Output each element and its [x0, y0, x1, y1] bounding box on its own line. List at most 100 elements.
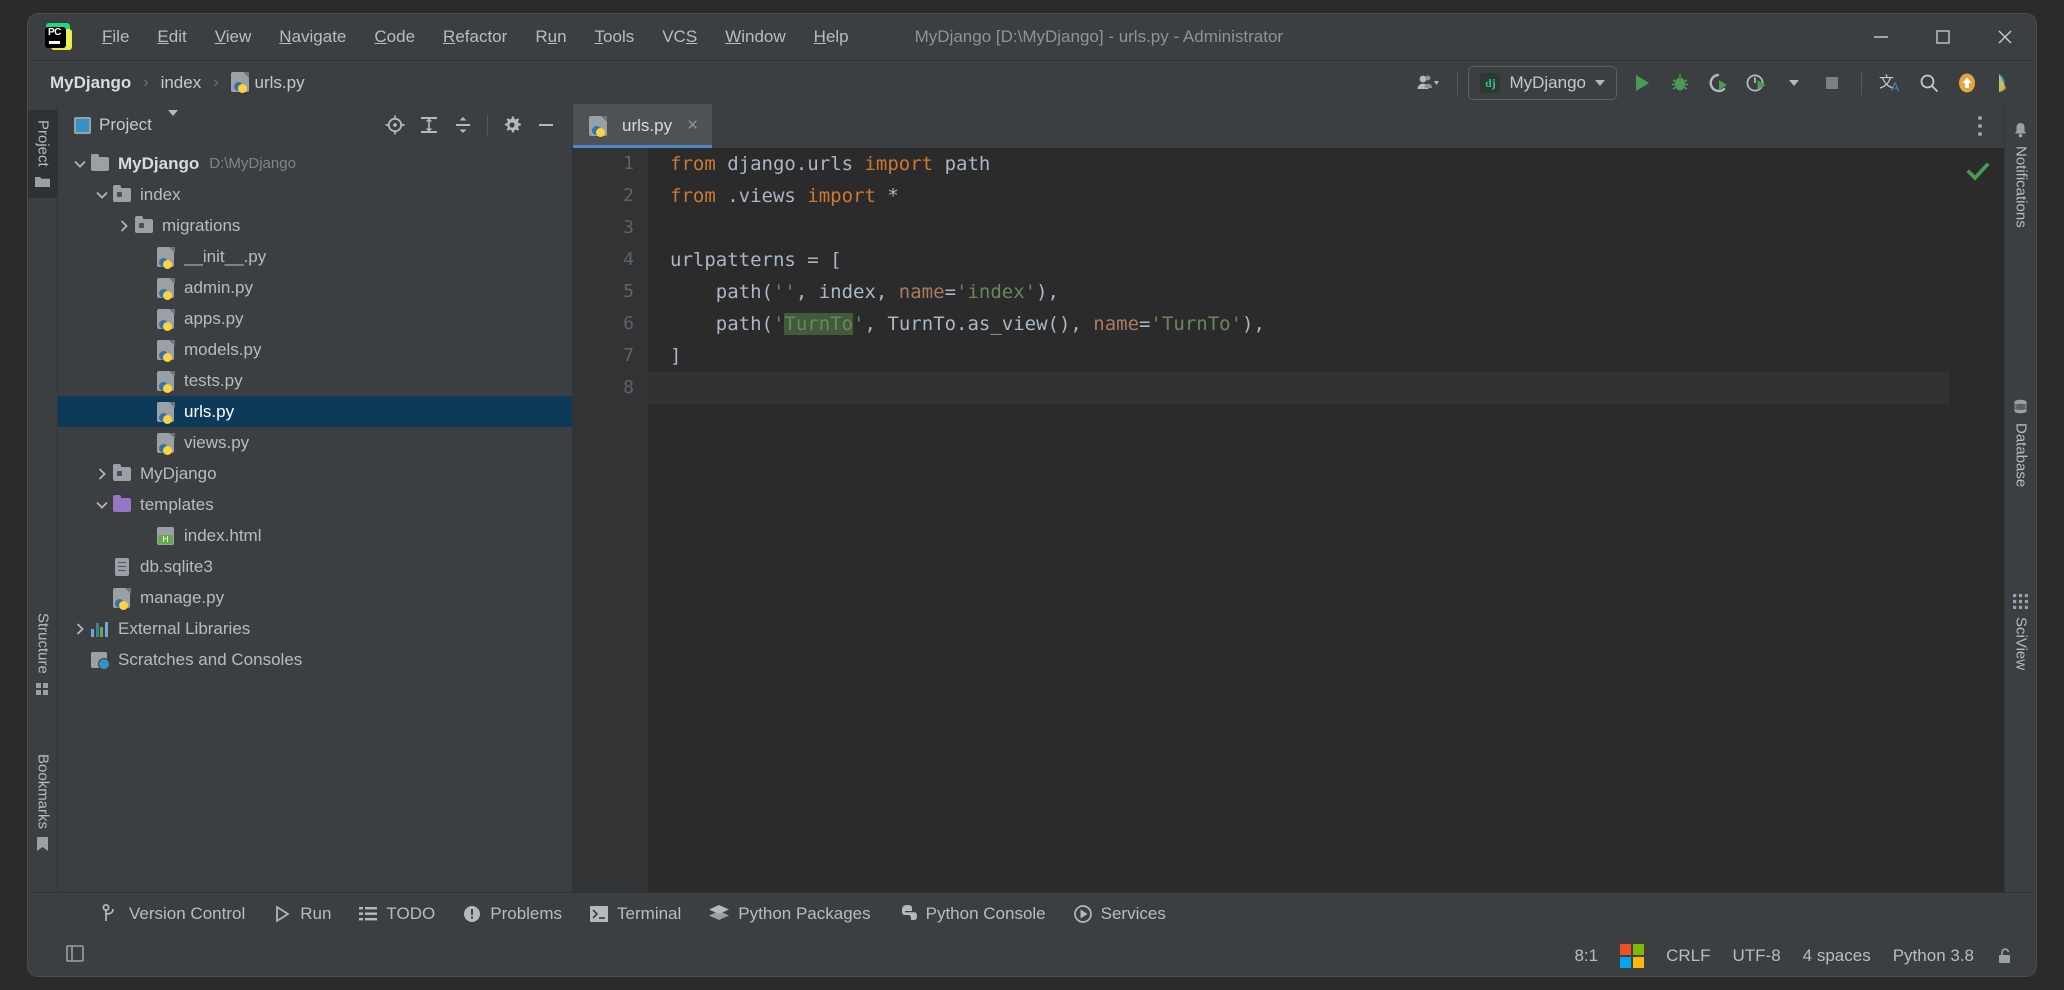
sidebar-item-project[interactable]: Project: [28, 110, 58, 198]
line-number: 6: [623, 313, 634, 334]
run-icon[interactable]: [1623, 66, 1661, 100]
ai-assistant-icon[interactable]: [1986, 66, 2024, 100]
more-options-icon[interactable]: [1970, 108, 1990, 144]
chevron-down-icon[interactable]: [92, 185, 112, 205]
tree-node-db-sqlite3[interactable]: db.sqlite3: [58, 551, 572, 582]
close-tab-icon[interactable]: ×: [687, 115, 698, 137]
collapse-all-icon[interactable]: [447, 110, 479, 140]
tree-node-migrations[interactable]: migrations: [58, 210, 572, 241]
menu-item-vcs[interactable]: VCS: [648, 23, 711, 51]
chevron-right-icon[interactable]: [92, 464, 112, 484]
sidebar-item-sciview[interactable]: SciView: [2005, 584, 2036, 680]
tree-node-manage-py[interactable]: manage.py: [58, 582, 572, 613]
translate-icon[interactable]: 文 A: [1872, 66, 1910, 100]
chevron-down-icon[interactable]: [92, 495, 112, 515]
menu-item-tools[interactable]: Tools: [581, 23, 649, 51]
menu-item-run[interactable]: Run: [521, 23, 580, 51]
code-line[interactable]: urlpatterns = [: [670, 244, 1950, 276]
indent-setting[interactable]: 4 spaces: [1803, 946, 1871, 966]
menu-item-window[interactable]: Window: [711, 23, 799, 51]
menu-item-help[interactable]: Help: [800, 23, 863, 51]
tree-node-urls-py[interactable]: urls.py: [58, 396, 572, 427]
bottom-tool-python-console[interactable]: Python Console: [887, 899, 1058, 929]
menu-item-view[interactable]: View: [201, 23, 266, 51]
unlocked-icon[interactable]: [1996, 947, 2014, 965]
code-token: path: [933, 153, 991, 175]
settings-gear-icon[interactable]: [496, 110, 528, 140]
code-token: ),: [1036, 281, 1059, 303]
tree-node-apps-py[interactable]: apps.py: [58, 303, 572, 334]
tree-node-external-libraries[interactable]: External Libraries: [58, 613, 572, 644]
run-with-coverage-icon[interactable]: [1699, 66, 1737, 100]
bottom-tool-todo[interactable]: TODO: [347, 899, 447, 929]
editor-tab-urls-py[interactable]: urls.py ×: [573, 104, 713, 148]
menu-item-refactor[interactable]: Refactor: [429, 23, 521, 51]
tree-node-index-html[interactable]: Hindex.html: [58, 520, 572, 551]
line-separator[interactable]: CRLF: [1666, 946, 1710, 966]
code-line[interactable]: from django.urls import path: [670, 148, 1950, 180]
project-panel-tools: [379, 110, 566, 140]
project-view-chevron-down-icon[interactable]: [167, 110, 178, 134]
bottom-tool-problems[interactable]: Problems: [451, 899, 574, 929]
tree-node-tests-py[interactable]: tests.py: [58, 365, 572, 396]
update-icon[interactable]: [1948, 66, 1986, 100]
tree-node-views-py[interactable]: views.py: [58, 427, 572, 458]
code-line[interactable]: [648, 372, 1950, 404]
code-line[interactable]: path('TurnTo', TurnTo.as_view(), name='T…: [670, 308, 1950, 340]
project-tree[interactable]: MyDjango D:\MyDjango index migrations __init…: [58, 146, 572, 892]
tree-node-templates[interactable]: templates: [58, 489, 572, 520]
hide-panel-icon[interactable]: [530, 110, 562, 140]
layout-icon[interactable]: [64, 942, 86, 969]
windows-logo-icon[interactable]: [1620, 943, 1645, 968]
tree-node-__init__-py[interactable]: __init__.py: [58, 241, 572, 272]
locate-icon[interactable]: [379, 110, 411, 140]
breadcrumb-item-index[interactable]: index: [157, 71, 206, 95]
maximize-button[interactable]: [1912, 14, 1974, 60]
sidebar-item-database[interactable]: Database: [2005, 389, 2036, 497]
chevron-right-icon[interactable]: [70, 619, 90, 639]
user-accounts-icon[interactable]: [1409, 66, 1447, 100]
chevron-down-icon[interactable]: [1775, 66, 1813, 100]
code-content[interactable]: from django.urls import path from .views …: [648, 148, 1950, 892]
sidebar-item-notifications[interactable]: Notifications: [2005, 112, 2036, 238]
file-encoding[interactable]: UTF-8: [1733, 946, 1781, 966]
tree-node-models-py[interactable]: models.py: [58, 334, 572, 365]
bottom-tool-version-control[interactable]: Version Control: [90, 899, 257, 929]
tree-node-scratches-and-consoles[interactable]: Scratches and Consoles: [58, 644, 572, 675]
menu-item-edit[interactable]: Edit: [143, 23, 200, 51]
sidebar-item-structure[interactable]: Structure: [28, 603, 58, 706]
close-button[interactable]: [1974, 14, 2036, 60]
chevron-right-icon[interactable]: [114, 216, 134, 236]
tree-node-mydjango[interactable]: MyDjango: [58, 458, 572, 489]
chevron-down-icon[interactable]: [70, 154, 90, 174]
caret-position[interactable]: 8:1: [1574, 946, 1598, 966]
tree-node-index[interactable]: index: [58, 179, 572, 210]
minimize-button[interactable]: [1850, 14, 1912, 60]
bottom-tool-run[interactable]: Run: [261, 899, 343, 929]
menu-item-navigate[interactable]: Navigate: [265, 23, 360, 51]
code-line[interactable]: ]: [670, 340, 1950, 372]
bottom-tool-terminal[interactable]: Terminal: [578, 899, 693, 929]
bottom-tool-python-packages[interactable]: Python Packages: [697, 899, 882, 929]
bottom-tool-services[interactable]: Services: [1062, 899, 1178, 929]
debug-icon[interactable]: [1661, 66, 1699, 100]
code-editor[interactable]: 12345678 from django.urls import path fro…: [573, 148, 2004, 892]
code-line[interactable]: from .views import *: [670, 180, 1950, 212]
menu-item-file[interactable]: File: [88, 23, 143, 51]
tree-node-mydjango[interactable]: MyDjango D:\MyDjango: [58, 148, 572, 179]
sidebar-item-bookmarks[interactable]: Bookmarks: [28, 744, 58, 862]
python-interpreter[interactable]: Python 3.8: [1893, 946, 1974, 966]
breadcrumb-item-mydjango[interactable]: MyDjango: [46, 71, 135, 95]
code-line[interactable]: path('', index, name='index'),: [670, 276, 1950, 308]
inspection-widget[interactable]: [1950, 148, 2004, 892]
tree-node-admin-py[interactable]: admin.py: [58, 272, 572, 303]
profile-icon[interactable]: [1737, 66, 1775, 100]
stop-icon[interactable]: [1813, 66, 1851, 100]
search-everywhere-icon[interactable]: [1910, 66, 1948, 100]
breadcrumb-item-urls-py[interactable]: urls.py: [227, 70, 309, 95]
editor-gutter[interactable]: 1 2 3 4 5 6 7 8: [573, 148, 648, 892]
run-configuration-selector[interactable]: dj MyDjango: [1468, 66, 1617, 100]
expand-all-icon[interactable]: [413, 110, 445, 140]
menu-item-code[interactable]: Code: [360, 23, 429, 51]
code-line[interactable]: [670, 212, 1950, 244]
